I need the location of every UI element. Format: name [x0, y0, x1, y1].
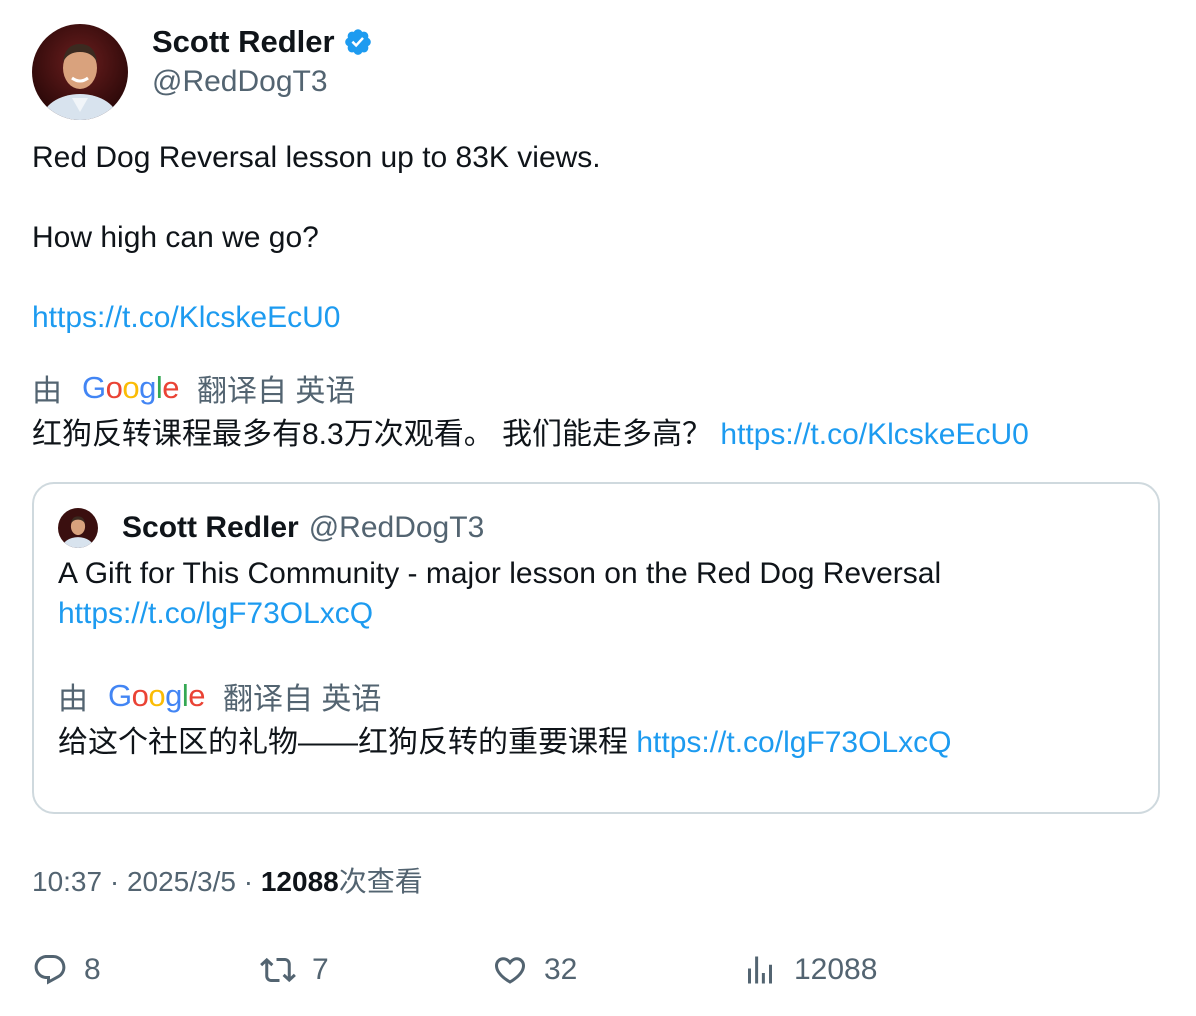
- reply-count: 8: [84, 953, 101, 986]
- verified-badge-icon[interactable]: [343, 27, 373, 57]
- tweet-text: Red Dog Reversal lesson up to 83K views.…: [32, 138, 1162, 338]
- avatar[interactable]: [32, 24, 128, 120]
- avatar-image: [32, 24, 128, 120]
- quoted-translated-body: 给这个社区的礼物——红狗反转的重要课程: [58, 726, 628, 759]
- views-label: 次查看: [338, 866, 423, 897]
- quoted-translation-suffix: 翻译自 英语: [223, 683, 382, 716]
- heart-icon: [492, 952, 528, 988]
- quoted-handle: @RedDogT3: [308, 511, 485, 544]
- translated-link[interactable]: https://t.co/KlcskeEcU0: [720, 418, 1028, 451]
- translation-prefix: 由: [32, 375, 62, 408]
- reply-button[interactable]: 8: [32, 948, 101, 992]
- google-logo: Google: [82, 370, 180, 405]
- views-button[interactable]: 12088: [742, 948, 877, 992]
- tweet-header: Scott Redler @RedDogT3: [32, 24, 373, 120]
- bar-chart-icon: [742, 952, 778, 988]
- tweet-text-line: How high can we go?: [32, 221, 319, 254]
- tweet-link[interactable]: https://t.co/KlcskeEcU0: [32, 301, 340, 334]
- quoted-link[interactable]: https://t.co/lgF73OLxcQ: [58, 597, 373, 630]
- action-bar: 8 7 32 12088: [32, 948, 1162, 992]
- repost-count: 7: [312, 953, 329, 986]
- repost-button[interactable]: 7: [260, 948, 329, 992]
- like-count: 32: [544, 953, 578, 986]
- quoted-tweet-card[interactable]: Scott Redler @RedDogT3 A Gift for This C…: [32, 482, 1160, 814]
- views-action-count: 12088: [794, 953, 878, 986]
- author-names: Scott Redler @RedDogT3: [152, 24, 373, 100]
- reply-icon: [32, 952, 68, 988]
- meta-separator: ·: [243, 866, 254, 897]
- quoted-translated-text: 给这个社区的礼物——红狗反转的重要课程 https://t.co/lgF73OL…: [58, 722, 951, 764]
- tweet-date[interactable]: 2025/3/5: [127, 866, 236, 897]
- views-count: 12088: [260, 866, 339, 897]
- repost-icon: [260, 952, 296, 988]
- like-button[interactable]: 32: [492, 948, 577, 992]
- google-logo: Google: [108, 678, 206, 713]
- quoted-translated-link[interactable]: https://t.co/lgF73OLxcQ: [636, 726, 951, 759]
- translation-attribution: 由 Google 翻译自 英语: [32, 366, 355, 410]
- tweet-meta: 10:37 · 2025/3/5 · 12088次查看: [32, 862, 423, 902]
- display-name-row: Scott Redler: [152, 24, 373, 60]
- tweet-time[interactable]: 10:37: [32, 866, 102, 897]
- quoted-display-name: Scott Redler: [122, 511, 299, 544]
- author-display-name[interactable]: Scott Redler: [152, 24, 335, 60]
- quoted-tweet-header: Scott Redler @RedDogT3: [58, 508, 484, 548]
- translated-body: 红狗反转课程最多有8.3万次观看。 我们能走多高？: [32, 418, 713, 451]
- quoted-translation-prefix: 由: [58, 683, 88, 716]
- quoted-translation-attribution: 由 Google 翻译自 英语: [58, 674, 381, 718]
- quoted-text: A Gift for This Community - major lesson…: [58, 554, 1128, 634]
- translated-text: 红狗反转课程最多有8.3万次观看。 我们能走多高？ https://t.co/K…: [32, 414, 1029, 456]
- meta-separator: ·: [109, 866, 120, 897]
- author-handle[interactable]: @RedDogT3: [152, 64, 373, 100]
- quoted-body: A Gift for This Community - major lesson…: [58, 557, 942, 590]
- tweet-text-line: Red Dog Reversal lesson up to 83K views.: [32, 141, 601, 174]
- quoted-avatar: [58, 508, 98, 548]
- translation-suffix: 翻译自 英语: [197, 375, 356, 408]
